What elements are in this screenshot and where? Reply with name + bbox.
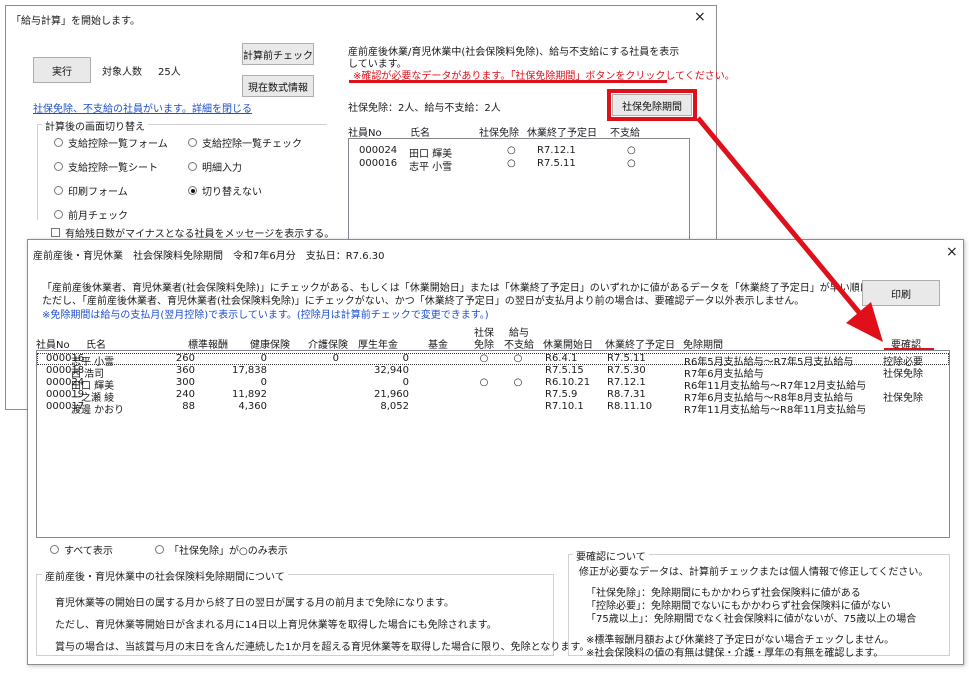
arrow-head — [846, 302, 883, 342]
red-arrow-annotation — [696, 116, 883, 342]
arrow-shaft — [696, 116, 864, 318]
